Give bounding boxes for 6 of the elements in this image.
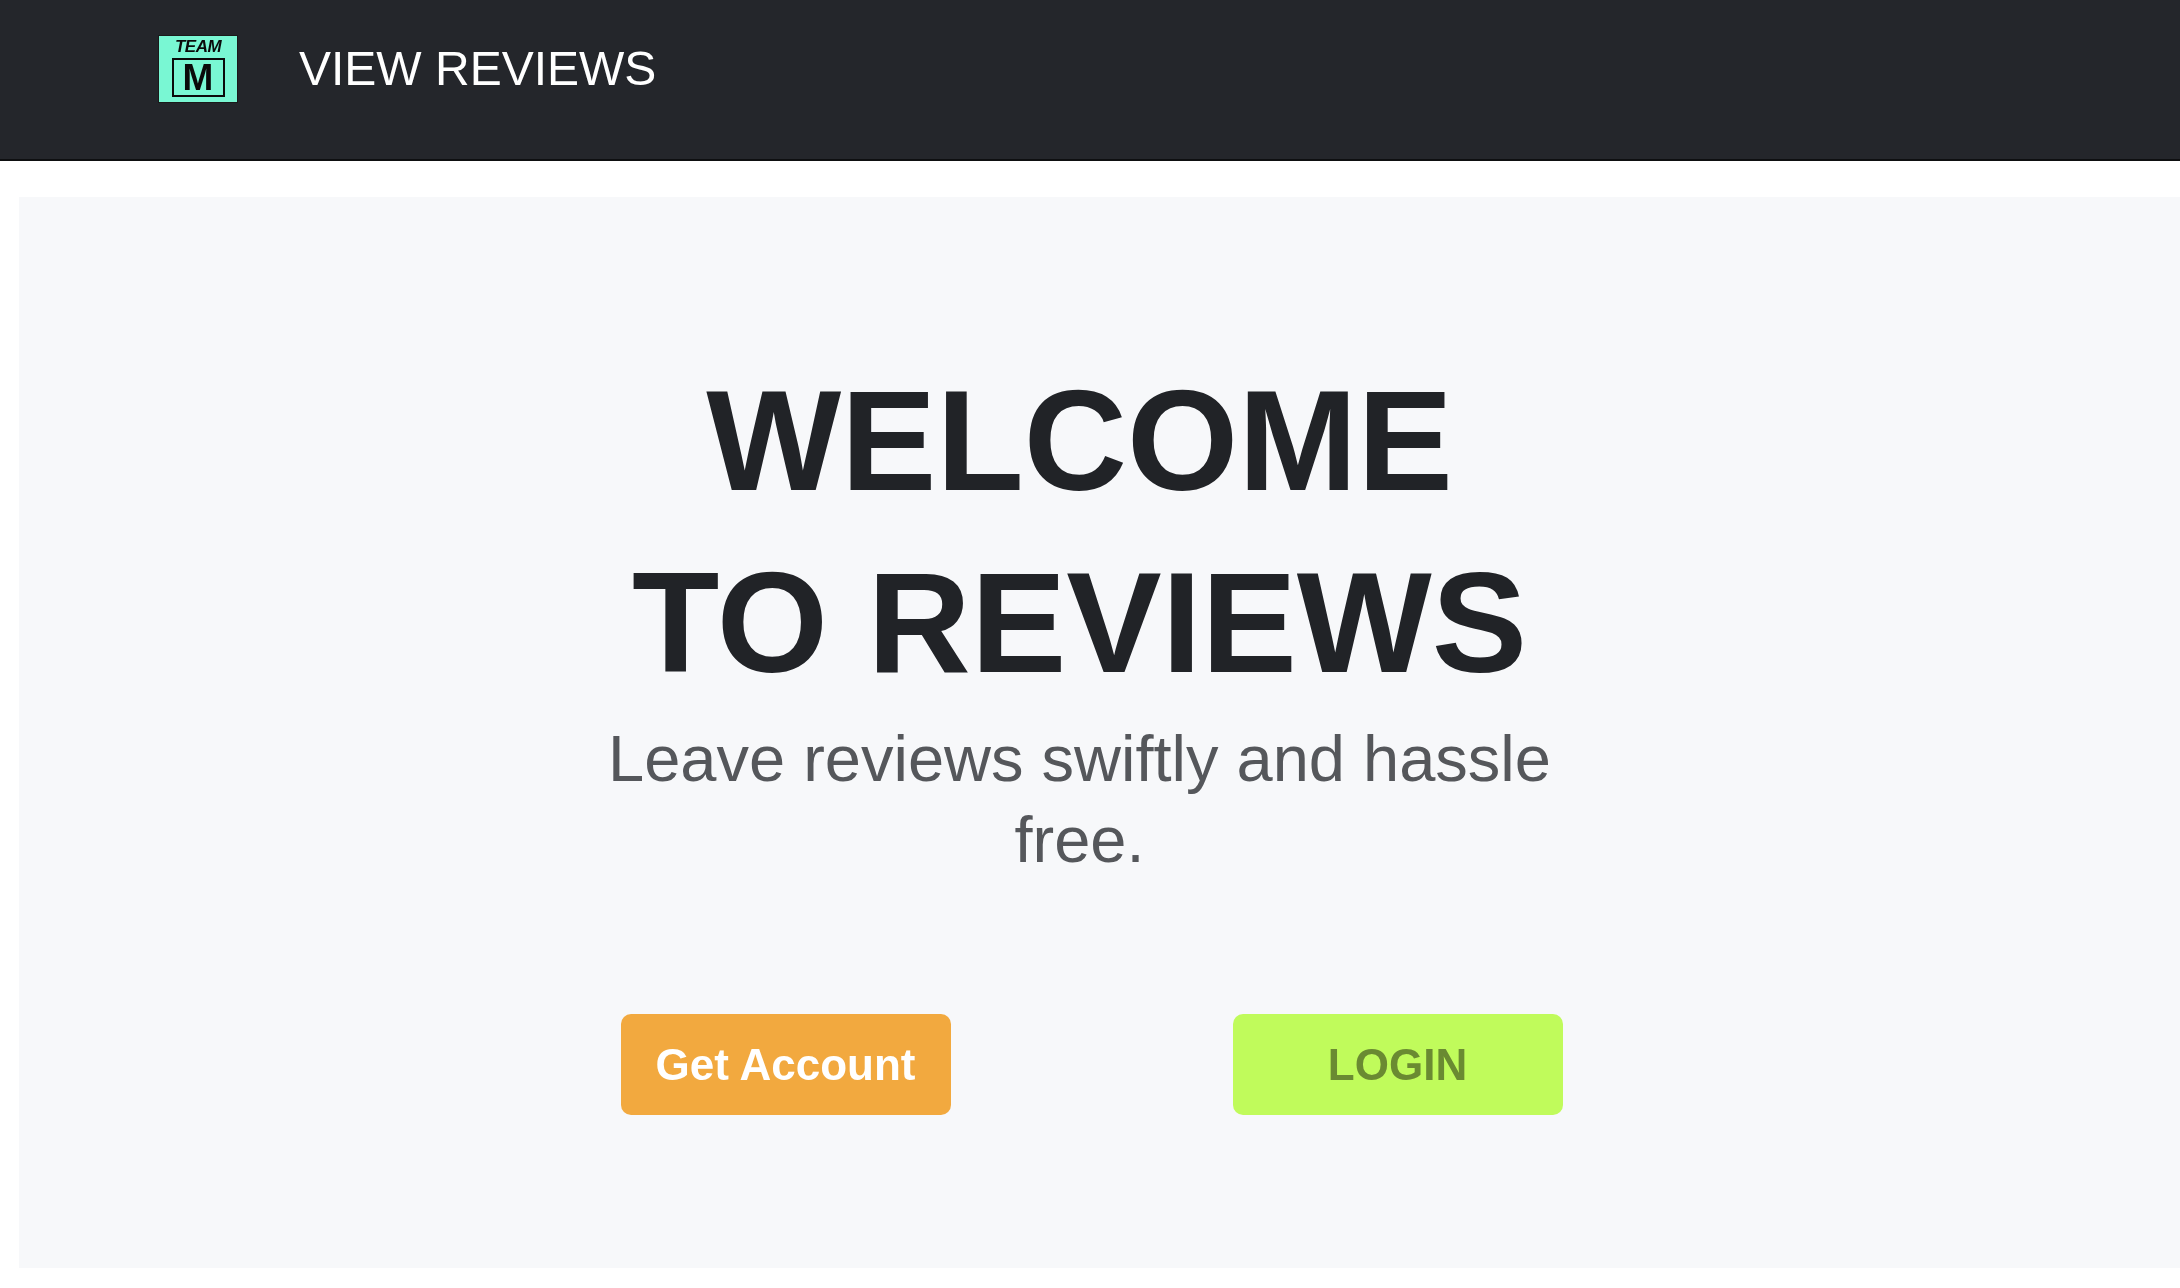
team-logo[interactable]: TEAM M bbox=[158, 34, 238, 103]
logo-letter: M bbox=[171, 57, 225, 97]
hero-subtitle: Leave reviews swiftly and hassle free. bbox=[607, 721, 1552, 878]
logo-text: TEAM bbox=[174, 38, 222, 55]
hero-heading: WELCOME TO REVIEWS bbox=[630, 360, 1529, 704]
view-reviews-link[interactable]: VIEW REVIEWS bbox=[299, 41, 657, 96]
